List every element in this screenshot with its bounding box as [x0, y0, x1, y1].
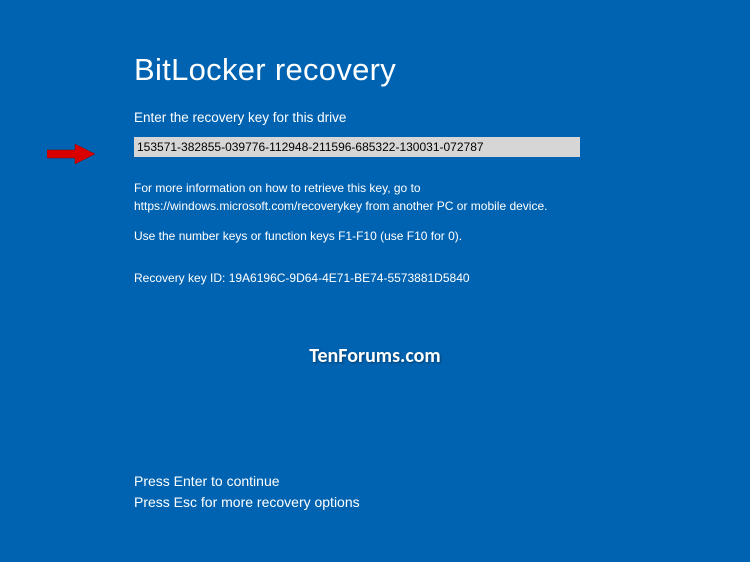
- info-line-2: https://windows.microsoft.com/recoveryke…: [134, 197, 750, 215]
- enter-prompt: Press Enter to continue: [134, 471, 360, 491]
- watermark-text: TenForums.com: [309, 344, 440, 368]
- info-text-block: For more information on how to retrieve …: [134, 179, 750, 215]
- info-line-1: For more information on how to retrieve …: [134, 179, 750, 197]
- red-arrow-icon: [47, 142, 97, 166]
- function-keys-hint: Use the number keys or function keys F1-…: [134, 229, 750, 243]
- instruction-text: Enter the recovery key for this drive: [134, 110, 750, 125]
- esc-prompt: Press Esc for more recovery options: [134, 492, 360, 512]
- keyboard-prompts: Press Enter to continue Press Esc for mo…: [134, 471, 360, 512]
- recovery-key-input[interactable]: [134, 137, 580, 157]
- page-title: BitLocker recovery: [134, 52, 750, 88]
- bitlocker-recovery-screen: BitLocker recovery Enter the recovery ke…: [0, 0, 750, 562]
- recovery-key-id: Recovery key ID: 19A6196C-9D64-4E71-BE74…: [134, 271, 750, 285]
